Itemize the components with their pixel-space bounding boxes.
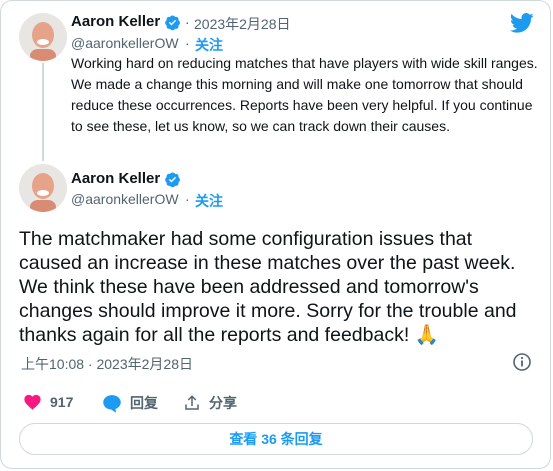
- follow-button[interactable]: 关注: [195, 191, 223, 211]
- author-handle[interactable]: @aaronkellerOW: [71, 35, 179, 51]
- info-icon[interactable]: [512, 352, 532, 372]
- verified-badge-icon: [165, 172, 180, 188]
- share-label: 分享: [209, 395, 237, 411]
- tweet-text: The matchmaker had some configuration is…: [19, 228, 517, 346]
- thread-line: [42, 63, 44, 161]
- author-name[interactable]: Aaron Keller: [71, 170, 160, 187]
- avatar-image: [19, 164, 67, 212]
- verified-badge-icon: [165, 15, 180, 31]
- avatar[interactable]: [19, 164, 67, 212]
- quoted-tweet-text: Working hard on reducing matches that ha…: [71, 55, 538, 134]
- author-name[interactable]: Aaron Keller: [71, 13, 160, 30]
- separator-dot: ·: [185, 191, 190, 207]
- view-replies-button[interactable]: 查看 36 条回复: [19, 423, 533, 455]
- share-button[interactable]: 分享: [183, 393, 237, 413]
- like-count: 917: [50, 393, 74, 410]
- twitter-bird-icon[interactable]: [510, 13, 534, 33]
- embedded-tweet-card: Aaron Keller · 2023年2月28日 @aaronkellerOW…: [0, 0, 551, 469]
- tweet-date-link[interactable]: 2023年2月28日: [194, 14, 291, 34]
- reply-label: 回复: [130, 395, 158, 411]
- avatar-image: [19, 13, 67, 61]
- follow-button[interactable]: 关注: [195, 35, 223, 55]
- avatar[interactable]: [19, 13, 67, 61]
- separator-dot: ·: [185, 35, 190, 51]
- like-button[interactable]: 917: [23, 393, 73, 410]
- heart-icon: [24, 394, 41, 410]
- tweet-timestamp-link[interactable]: 上午10:08 · 2023年2月28日: [21, 354, 193, 374]
- author-handle[interactable]: @aaronkellerOW: [71, 191, 179, 207]
- reply-bubble-icon: [103, 394, 121, 412]
- share-icon: [185, 395, 199, 410]
- separator-dot: ·: [185, 14, 190, 30]
- reply-button[interactable]: 回复: [102, 393, 158, 413]
